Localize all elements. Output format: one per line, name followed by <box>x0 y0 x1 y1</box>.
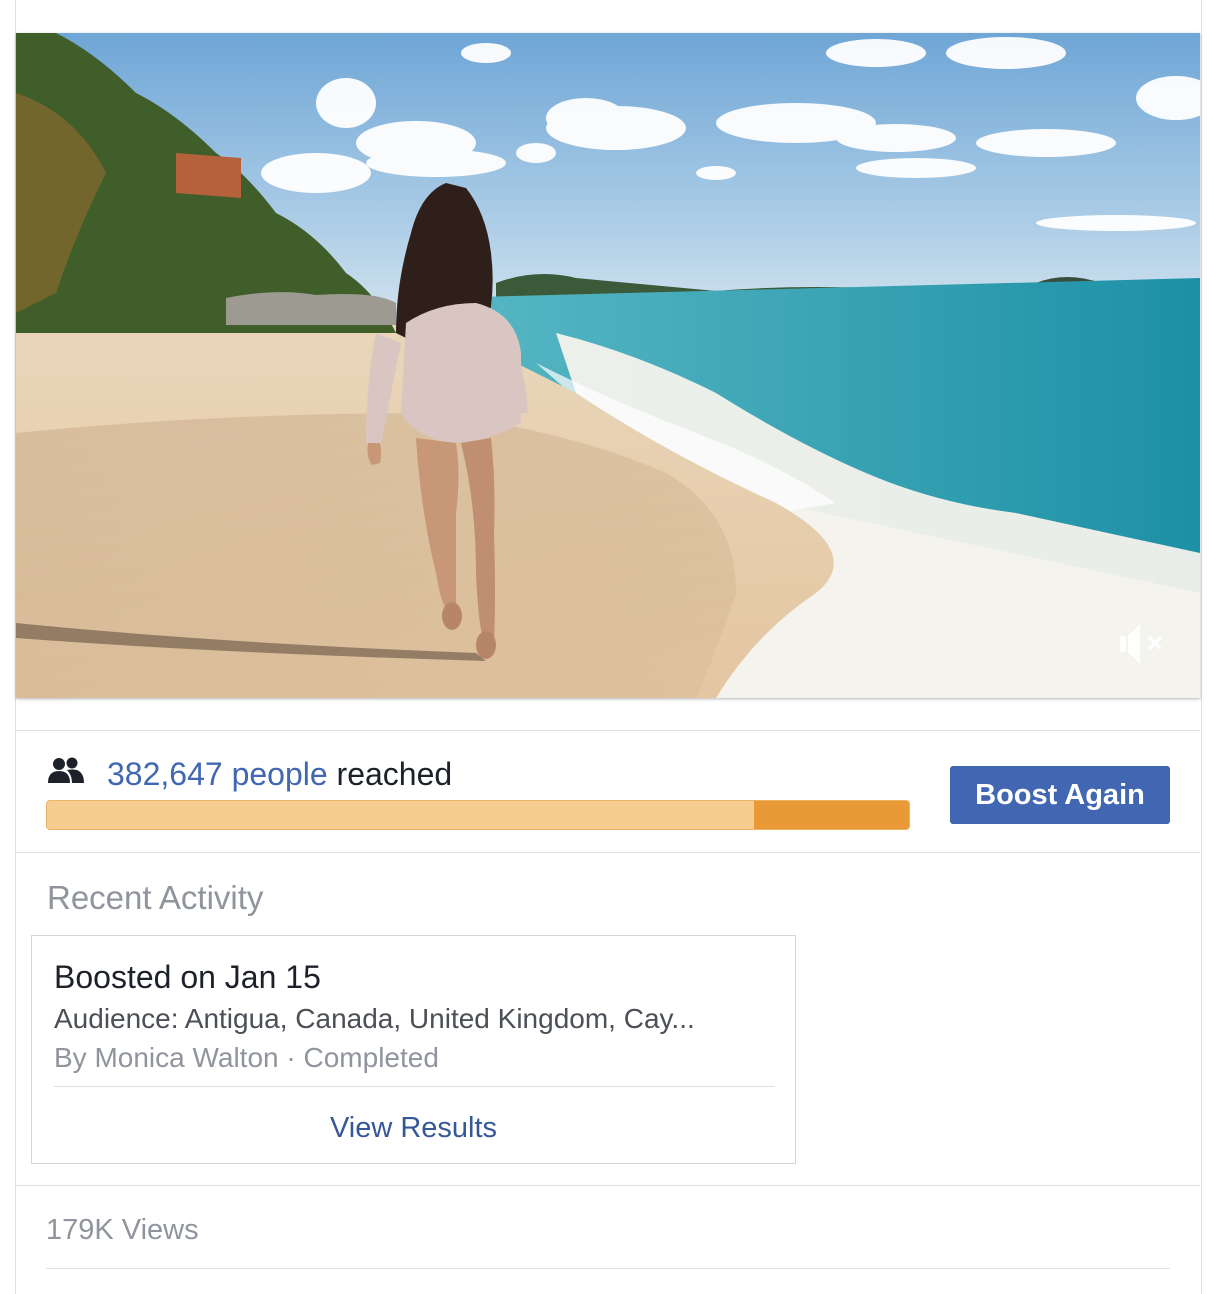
volume-muted-icon <box>1120 624 1162 664</box>
mute-button[interactable] <box>1114 616 1170 672</box>
boost-author: By Monica Walton <box>54 1042 279 1073</box>
boost-activity-card: Boosted on Jan 15 Audience: Antigua, Can… <box>31 935 796 1164</box>
reach-summary: 382,647 people reached <box>107 754 452 794</box>
divider <box>46 1268 1170 1269</box>
recent-activity-title: Recent Activity <box>47 879 264 916</box>
boost-meta: By Monica Walton · Completed <box>54 1040 439 1076</box>
card-divider <box>54 1086 775 1087</box>
boost-audience: Audience: Antigua, Canada, United Kingdo… <box>54 1003 695 1034</box>
divider <box>16 852 1200 853</box>
divider <box>16 1185 1200 1186</box>
organic-reach-fill <box>47 801 754 829</box>
boost-again-button[interactable]: Boost Again <box>950 766 1170 824</box>
reach-suffix: reached <box>327 756 453 792</box>
view-results-link[interactable]: View Results <box>32 1110 795 1146</box>
video-player[interactable] <box>16 33 1200 698</box>
divider <box>16 730 1200 731</box>
reach-progress-bar <box>46 800 910 830</box>
meta-separator: · <box>278 1042 304 1073</box>
beach-video-thumbnail <box>16 33 1200 698</box>
reach-count-link[interactable]: 382,647 people <box>107 756 328 792</box>
paid-reach-fill <box>753 801 909 829</box>
boost-date-title: Boosted on Jan 15 <box>54 959 321 995</box>
people-icon <box>48 757 84 783</box>
boost-status: Completed <box>303 1042 439 1073</box>
views-count: 179K Views <box>46 1214 199 1246</box>
